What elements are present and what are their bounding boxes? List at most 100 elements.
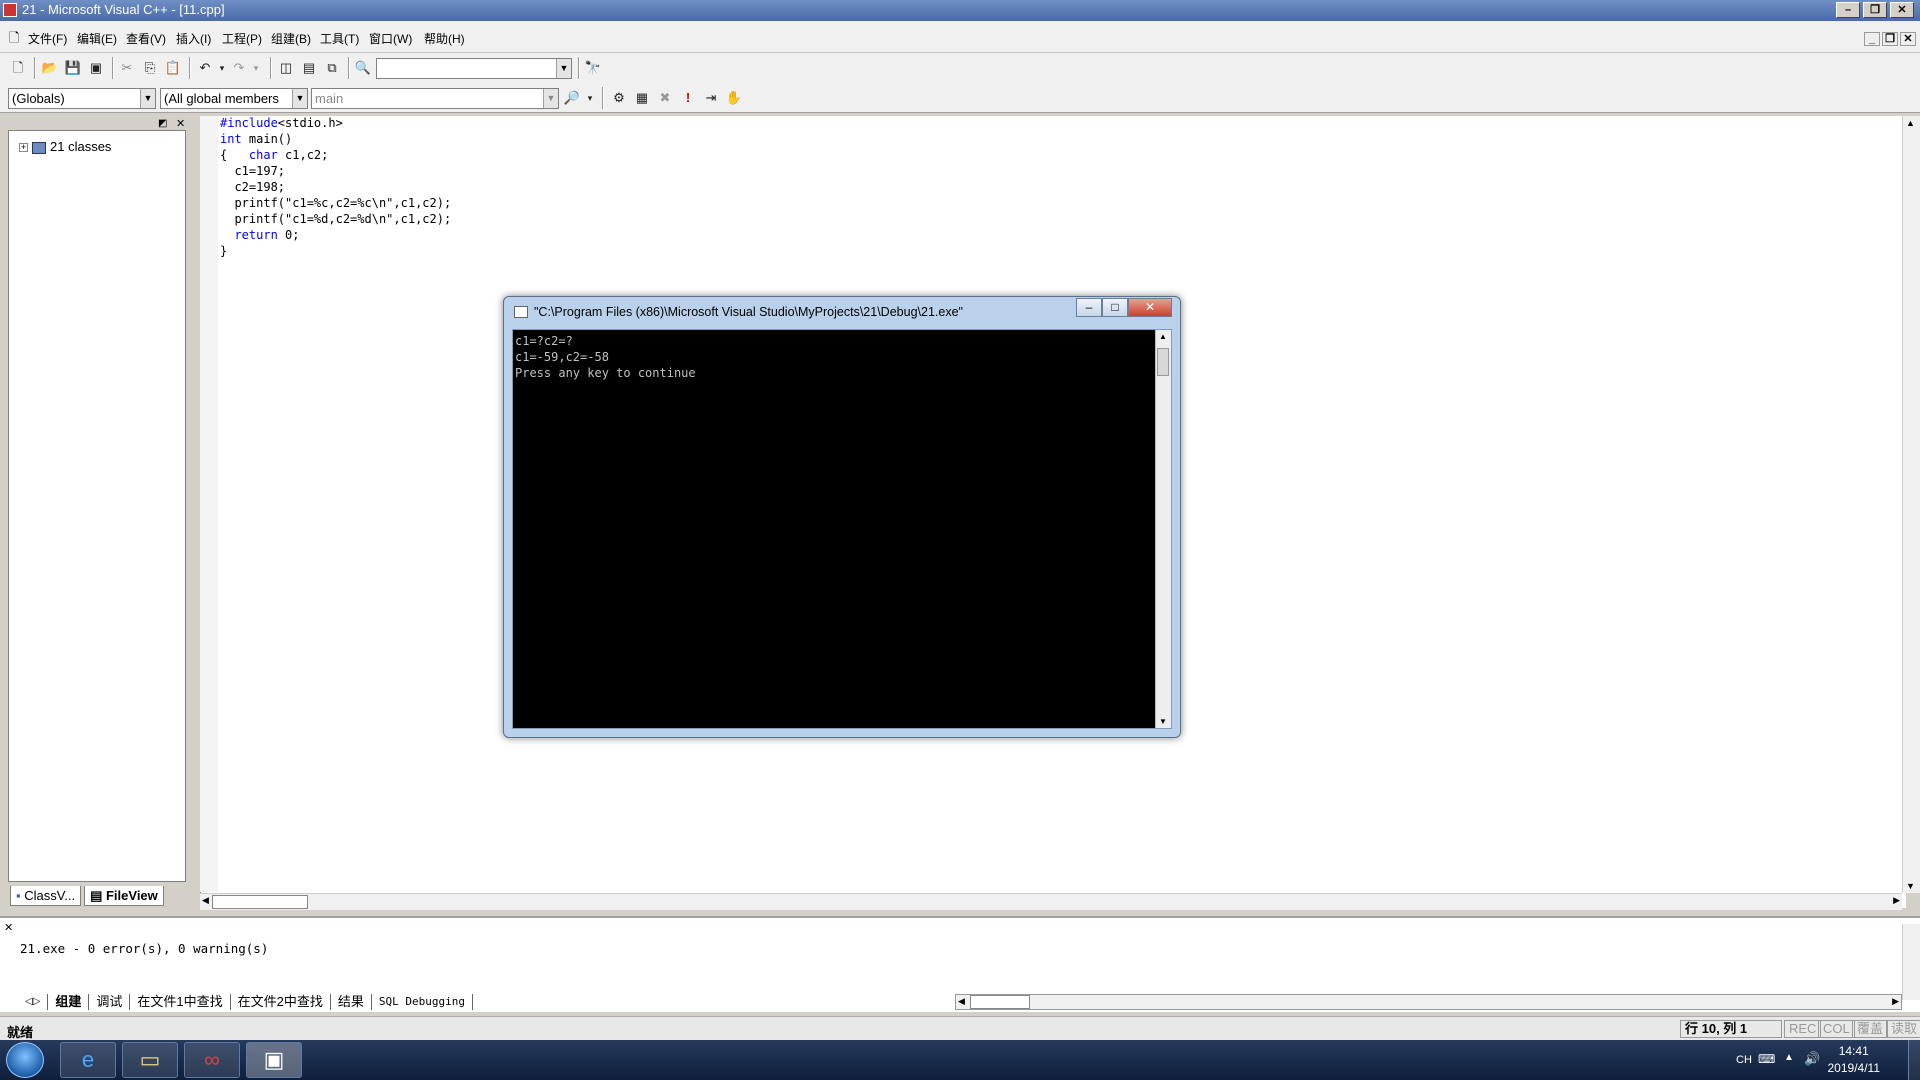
window-list-icon[interactable]: ⧉ <box>322 58 342 78</box>
find-in-files-icon[interactable]: 🔍 <box>353 58 373 78</box>
menu-insert[interactable]: 插入(I) <box>176 30 211 47</box>
close-workspace-icon[interactable]: ✕ <box>176 117 185 130</box>
filter-combo[interactable]: (All global members ▼ <box>160 88 308 109</box>
dock-icon[interactable]: ◩ <box>158 118 167 129</box>
menu-file[interactable]: 文件(F) <box>28 30 67 47</box>
tab-find2[interactable]: 在文件2中查找 <box>231 994 331 1010</box>
mdi-restore-button[interactable]: ❐ <box>1882 32 1898 46</box>
console-scroll-thumb[interactable] <box>1157 348 1169 376</box>
tab-build[interactable]: 组建 <box>48 994 90 1010</box>
menu-build[interactable]: 组建(B) <box>271 30 311 47</box>
close-output-icon[interactable]: ✕ <box>4 921 13 934</box>
find-icon[interactable]: 🔭 <box>583 58 603 78</box>
show-desktop-button[interactable] <box>1908 1040 1920 1080</box>
close-button[interactable]: ✕ <box>1890 2 1914 18</box>
console-taskbar-icon[interactable]: ▣ <box>246 1042 302 1078</box>
menu-edit[interactable]: 编辑(E) <box>77 30 117 47</box>
tab-scroll-icon[interactable]: ◁▷ <box>18 994 49 1010</box>
menu-help[interactable]: 帮助(H) <box>424 30 465 47</box>
console-minimize-button[interactable]: – <box>1076 298 1102 317</box>
tab-classview[interactable]: ▪ ClassV... <box>10 886 82 906</box>
menu-tools[interactable]: 工具(T) <box>320 30 359 47</box>
wizard-action-dropdown-icon[interactable]: ▾ <box>580 88 600 108</box>
restore-button[interactable]: ❐ <box>1863 2 1887 18</box>
console-output[interactable]: c1=?c2=? c1=-59,c2=-58 Press any key to co… <box>512 329 1172 729</box>
members-combo[interactable]: main ▼ <box>311 88 559 109</box>
console-window[interactable]: "C:\Program Files (x86)\Microsoft Visual… <box>503 296 1181 738</box>
rec-indicator: REC <box>1784 1020 1822 1038</box>
execute-icon[interactable]: ! <box>678 88 698 108</box>
output-window-icon[interactable]: ▤ <box>299 58 319 78</box>
output-scroll-thumb[interactable] <box>970 995 1030 1009</box>
workspace-icon[interactable]: ◫ <box>276 58 296 78</box>
tab-results[interactable]: 结果 <box>331 994 372 1010</box>
volume-icon[interactable]: 🔊 <box>1804 1051 1820 1067</box>
tab-debug[interactable]: 调试 <box>89 994 131 1010</box>
stop-build-icon[interactable]: ✖ <box>655 88 675 108</box>
chevron-down-icon[interactable]: ▼ <box>556 59 571 78</box>
open-folder-icon[interactable]: 📂 <box>40 58 60 78</box>
scroll-right-icon[interactable]: ▶ <box>1892 996 1899 1007</box>
console-maximize-button[interactable]: □ <box>1102 298 1128 317</box>
scroll-left-icon[interactable]: ◀ <box>202 895 209 906</box>
console-close-button[interactable]: ✕ <box>1128 298 1172 317</box>
visual-cpp-taskbar-icon[interactable]: ∞ <box>184 1042 240 1078</box>
editor-horizontal-scrollbar[interactable]: ◀ ▶ <box>200 893 1902 910</box>
console-scrollbar[interactable]: ▲ ▼ <box>1155 330 1171 728</box>
clock-date: 2019/4/11 <box>1827 1061 1881 1075</box>
scroll-right-icon[interactable]: ▶ <box>1893 895 1900 906</box>
code-text[interactable]: #include<stdio.h> int main() { char c1,c2;… <box>220 115 451 259</box>
ie-taskbar-icon[interactable]: e <box>60 1042 116 1078</box>
tree-root-label: 21 classes <box>50 139 112 154</box>
chevron-down-icon[interactable]: ▼ <box>543 89 558 108</box>
clock[interactable]: 14:41 2019/4/11 <box>1828 1043 1881 1077</box>
menu-project[interactable]: 工程(P) <box>222 30 262 47</box>
language-indicator[interactable]: CH <box>1736 1054 1752 1066</box>
explorer-taskbar-icon[interactable]: ▭ <box>122 1042 178 1078</box>
output-scrollbar[interactable] <box>1902 924 1920 1000</box>
tab-fileview[interactable]: ▤ FileView <box>84 886 164 906</box>
document-icon[interactable]: 🗋 <box>9 29 19 51</box>
go-icon[interactable]: ⇥ <box>701 88 721 108</box>
scroll-up-icon[interactable]: ▲ <box>1159 332 1167 341</box>
mdi-close-button[interactable]: ✕ <box>1900 32 1916 46</box>
console-icon[interactable] <box>514 306 528 318</box>
save-all-icon[interactable]: ▣ <box>86 58 106 78</box>
scroll-left-icon[interactable]: ◀ <box>958 996 965 1007</box>
code-line: int main() <box>220 132 293 146</box>
redo-dropdown-icon[interactable]: ▾ <box>246 58 266 78</box>
scroll-down-icon[interactable]: ▼ <box>1159 717 1167 726</box>
save-icon[interactable]: 💾 <box>63 58 83 78</box>
tab-find1[interactable]: 在文件1中查找 <box>130 994 231 1010</box>
expand-icon[interactable]: + <box>19 143 28 153</box>
paste-icon[interactable]: 📋 <box>163 58 183 78</box>
mdi-minimize-button[interactable]: _ <box>1864 32 1880 46</box>
compile-icon[interactable]: ⚙ <box>609 88 629 108</box>
start-button[interactable] <box>6 1042 44 1078</box>
minimize-button[interactable]: – <box>1836 2 1860 18</box>
menu-window[interactable]: 窗口(W) <box>369 30 412 47</box>
copy-icon[interactable]: ⎘ <box>140 58 160 78</box>
app-icon[interactable] <box>3 3 17 17</box>
scope-combo[interactable]: (Globals) ▼ <box>8 88 156 109</box>
menu-view[interactable]: 查看(V) <box>126 30 166 47</box>
new-file-icon[interactable]: 🗋 <box>8 58 28 78</box>
keyboard-icon[interactable]: ⌨ <box>1758 1052 1775 1066</box>
classview-icon: ▪ <box>16 888 21 903</box>
wizard-action-icon[interactable]: 🔎 <box>562 88 582 108</box>
output-horizontal-scrollbar[interactable]: ◀ ▶ <box>955 994 1902 1010</box>
scroll-down-icon[interactable]: ▼ <box>1906 881 1915 891</box>
cut-icon[interactable]: ✂ <box>117 58 137 78</box>
find-combo[interactable]: ▼ <box>376 58 572 79</box>
tab-sql-debugging[interactable]: SQL Debugging <box>372 994 473 1010</box>
chevron-down-icon[interactable]: ▼ <box>292 89 307 108</box>
horizontal-scroll-thumb[interactable] <box>212 895 308 909</box>
scroll-up-icon[interactable]: ▲ <box>1906 118 1915 128</box>
build-output-text[interactable]: 21.exe - 0 error(s), 0 warning(s) <box>20 941 268 956</box>
tree-root[interactable]: +21 classes <box>19 139 111 154</box>
tray-expand-icon[interactable]: ▲ <box>1784 1052 1794 1063</box>
editor-vertical-scrollbar[interactable]: ▲ ▼ <box>1902 116 1920 893</box>
breakpoint-hand-icon[interactable]: ✋ <box>724 88 744 108</box>
chevron-down-icon[interactable]: ▼ <box>140 89 155 108</box>
build-icon[interactable]: ▦ <box>632 88 652 108</box>
